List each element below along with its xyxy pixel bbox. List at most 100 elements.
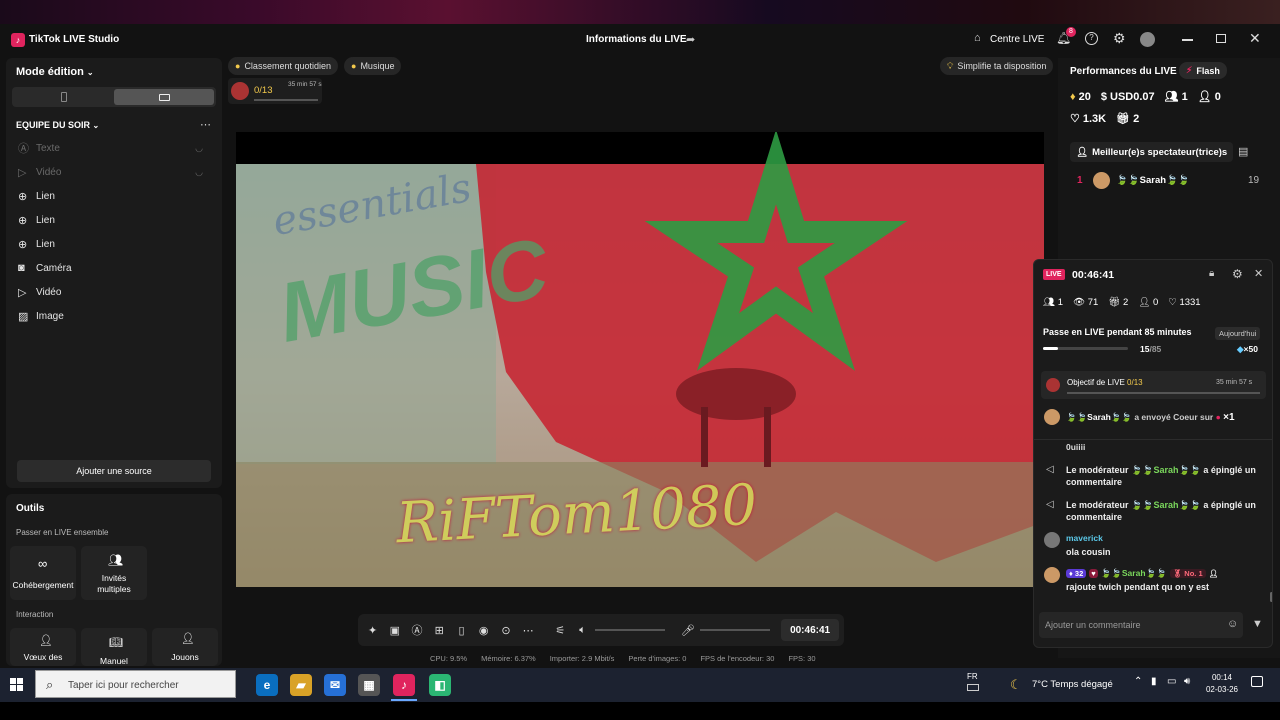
minimize-icon[interactable]: [1182, 39, 1193, 41]
share-icon[interactable]: ➦: [686, 33, 695, 46]
popup-close-icon[interactable]: ✕: [1254, 267, 1263, 280]
sarah-avatar[interactable]: [1044, 567, 1060, 583]
top-viewers-tab[interactable]: 👤︎ Meilleur(e)s spectateur(trice)s: [1070, 142, 1234, 162]
windows-start-icon[interactable]: [10, 678, 23, 691]
scene-dropdown[interactable]: EQUIPE DU SOIR ⌄: [16, 120, 99, 130]
more-options-icon[interactable]: ⋯: [200, 118, 211, 131]
weather-text[interactable]: 7°C Temps dégagé: [1032, 679, 1113, 690]
live-info-title[interactable]: Informations du LIVE: [586, 34, 687, 45]
wishes-button[interactable]: 👤︎ Vœux des: [10, 628, 76, 666]
maverick-avatar[interactable]: [1044, 532, 1060, 548]
more-icon[interactable]: ⋯: [519, 619, 538, 641]
magic-wand-icon[interactable]: ✦: [363, 619, 382, 641]
taskbar-search[interactable]: ⌕ Taper ici pour rechercher: [35, 670, 236, 698]
settings-gear-icon[interactable]: ⚙: [1113, 30, 1126, 47]
maximize-icon[interactable]: [1216, 34, 1226, 43]
source-item[interactable]: ⊕ Lien: [18, 188, 203, 204]
today-badge: Aujourd'hui: [1215, 327, 1261, 340]
live-preview[interactable]: essentials MUSIC RiFTom1080: [236, 132, 1044, 587]
ai-icon[interactable]: Ⓐ: [407, 619, 426, 641]
store-icon[interactable]: ▦: [358, 674, 380, 696]
help-icon[interactable]: ?: [1085, 32, 1098, 45]
avatar[interactable]: [1140, 32, 1155, 47]
daily-ranking-chip[interactable]: ● Classement quotidien: [228, 57, 338, 75]
usd-stat: $ USD0.07: [1100, 90, 1155, 103]
chat-scrollbar[interactable]: [1270, 592, 1272, 602]
manual-button[interactable]: 📖︎ Manuel: [81, 628, 147, 666]
sarah-name[interactable]: 🍃🍃Sarah🍃🍃: [1101, 568, 1167, 579]
source-item[interactable]: ⊕ Lien: [18, 212, 203, 228]
popup-viewers: 👥︎ 1: [1043, 297, 1063, 308]
volume-slider[interactable]: [595, 629, 666, 631]
objective-time: 35 min 57 s: [1216, 379, 1253, 386]
home-icon[interactable]: ⌂: [974, 32, 981, 44]
hidden-eye-icon[interactable]: ◡: [195, 167, 203, 178]
source-item[interactable]: ▷ Vidéo: [18, 284, 203, 300]
effects-icon[interactable]: ▣: [385, 619, 404, 641]
multi-guest-button[interactable]: 👥︎ Invités multiples: [81, 546, 147, 600]
layout-icon[interactable]: ⊞: [430, 619, 449, 641]
tiktok-taskbar-icon[interactable]: ♪: [393, 674, 415, 696]
rank-badge: 🏅︎ No. 1: [1169, 569, 1206, 578]
emoji-icon[interactable]: ☺: [1227, 618, 1238, 630]
volume-tray-icon[interactable]: 🔊︎: [1184, 676, 1190, 687]
source-item[interactable]: ▷ Vidéo ◡: [18, 164, 203, 180]
source-item[interactable]: ▨ Image: [18, 308, 203, 324]
flash-chip[interactable]: ⚡︎ Flash: [1179, 62, 1227, 79]
live-timer: 00:46:41: [781, 619, 839, 641]
source-item[interactable]: ◙ Caméra: [18, 260, 203, 276]
mode-edition-dropdown[interactable]: Mode édition ⌄: [16, 66, 94, 78]
pin-icon: ◁: [1046, 464, 1054, 475]
clock[interactable]: 00:14 02-03-26: [1204, 672, 1240, 696]
microphone-icon[interactable]: 🎤︎: [678, 619, 697, 641]
source-item[interactable]: ⊕ Lien: [18, 236, 203, 252]
music-chip[interactable]: ● Musique: [344, 57, 402, 75]
mail-icon[interactable]: ✉: [324, 674, 346, 696]
games-button[interactable]: 👤︎ Jouons: [152, 628, 218, 666]
live-goal-widget[interactable]: 0/13 35 min 57 s: [228, 78, 322, 104]
bottom-strip: [0, 702, 1280, 720]
top-viewer-avatar[interactable]: [1093, 172, 1110, 189]
file-explorer-icon[interactable]: ▰: [290, 674, 312, 696]
tray-usb-icon[interactable]: ▮: [1151, 676, 1157, 687]
language-indicator[interactable]: FR: [967, 672, 978, 681]
taskbar: ⌕ Taper ici pour rechercher ☾ 7°C Temps …: [0, 668, 1280, 702]
gift-wish-icon: 👤︎: [39, 635, 53, 647]
simplify-layout-chip[interactable]: 💡︎ Simplifie ta disposition: [940, 57, 1054, 75]
top-viewer-name[interactable]: 🍃🍃Sarah🍃🍃: [1116, 175, 1190, 186]
follow-icon: 👤︎: [1197, 91, 1212, 103]
objective-card[interactable]: Objectif de LIVE 0/13 35 min 57 s: [1041, 371, 1266, 399]
lock-icon[interactable]: 🔒︎: [1209, 268, 1214, 279]
volume-icon[interactable]: 🔈︎: [573, 619, 592, 641]
gift-sender-avatar: [1044, 409, 1060, 425]
close-icon[interactable]: ✕: [1249, 30, 1261, 47]
comment-input[interactable]: Ajouter un commentaire ☺: [1039, 612, 1243, 638]
network-icon[interactable]: ▭: [1167, 676, 1176, 687]
list-icon[interactable]: ▤: [1238, 145, 1248, 158]
notification-center-icon[interactable]: [1251, 676, 1263, 687]
phone-icon[interactable]: ▯: [452, 619, 471, 641]
streaming-app-icon[interactable]: ◧: [429, 674, 451, 696]
globe-icon: ⊕: [18, 190, 28, 203]
landscape-option[interactable]: [114, 89, 214, 105]
source-item[interactable]: Ⓐ Texte ◡: [18, 140, 203, 156]
portrait-option[interactable]: [14, 89, 114, 105]
play-icon: ▷: [18, 286, 27, 299]
camera-switch-icon[interactable]: ⊙: [496, 619, 515, 641]
cohosting-button[interactable]: ∞ Cohébergement: [10, 546, 76, 600]
mixer-icon[interactable]: ⚟: [551, 619, 570, 641]
centre-live-button[interactable]: Centre LIVE: [990, 34, 1044, 45]
record-icon[interactable]: ◉: [474, 619, 493, 641]
edge-icon[interactable]: e: [256, 674, 278, 696]
tray-chevron-icon[interactable]: ⌃: [1134, 676, 1142, 687]
source-label: Lien: [36, 214, 55, 226]
filter-icon[interactable]: ▼: [1252, 618, 1263, 630]
pin-icon: ◁: [1046, 499, 1054, 510]
maverick-name[interactable]: maverick: [1066, 533, 1103, 543]
hidden-eye-icon[interactable]: ◡: [195, 143, 203, 154]
cohosting-label: Cohébergement: [12, 580, 74, 590]
mic-slider[interactable]: [700, 629, 771, 631]
add-source-button[interactable]: Ajouter une source: [17, 460, 211, 482]
popup-settings-icon[interactable]: ⚙: [1232, 267, 1243, 281]
popup-likes: ♡ 1331: [1168, 297, 1201, 308]
